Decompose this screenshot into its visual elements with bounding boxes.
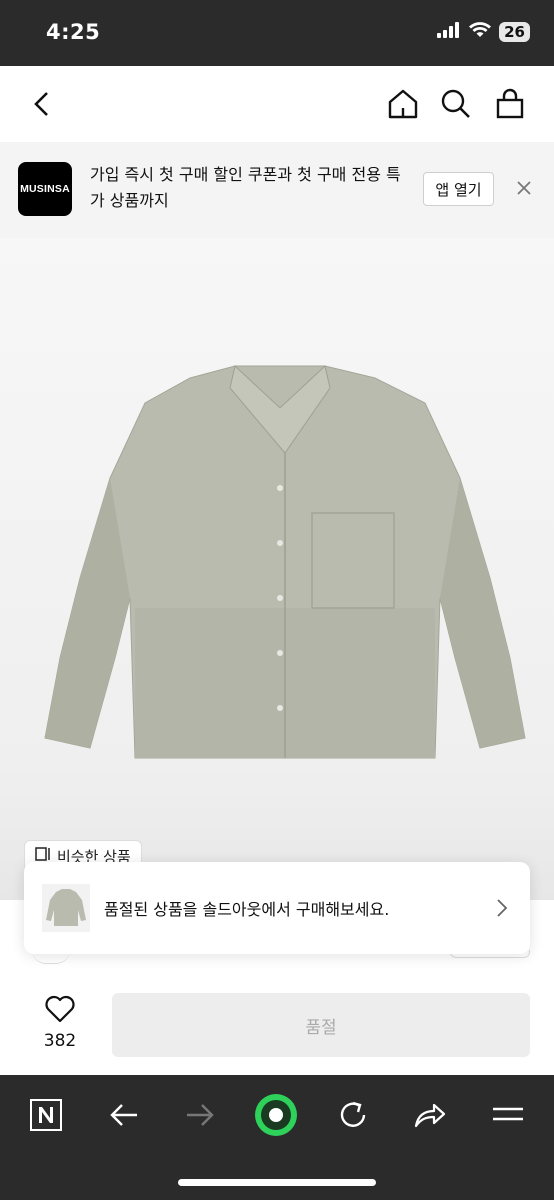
wifi-icon (469, 22, 492, 42)
like-count: 382 (43, 1031, 77, 1051)
open-app-button[interactable]: 앱 열기 (423, 172, 494, 206)
green-dot-icon[interactable] (254, 1093, 298, 1137)
browser-toolbar (0, 1075, 554, 1200)
promo-message: 가입 즉시 첫 구매 할인 쿠폰과 첫 구매 전용 특가 상품까지 (90, 165, 401, 210)
chevron-right-icon (492, 896, 512, 920)
product-image-area[interactable] (0, 238, 554, 900)
naver-icon[interactable] (24, 1093, 68, 1137)
home-indicator (178, 1179, 376, 1186)
share-icon[interactable] (408, 1093, 452, 1137)
soldout-button[interactable]: 품절 (112, 993, 530, 1057)
soldout-message: 품절된 상품을 솔드아웃에서 구매해보세요. (104, 900, 390, 919)
like-button[interactable]: 382 (34, 995, 86, 1051)
heart-icon (44, 995, 76, 1027)
forward-arrow-icon[interactable] (178, 1093, 222, 1137)
reload-icon[interactable] (331, 1093, 375, 1137)
battery-indicator: 26 (499, 22, 530, 42)
status-icons: 26 (437, 22, 530, 42)
nav-header (0, 66, 554, 142)
soldout-thumbnail (42, 884, 90, 932)
status-time: 4:25 (46, 20, 101, 44)
menu-icon[interactable] (486, 1093, 530, 1137)
musinsa-logo: MUSINSA (18, 162, 72, 216)
signal-icon (437, 22, 461, 42)
search-icon[interactable] (438, 86, 474, 122)
back-arrow-icon[interactable] (102, 1093, 146, 1137)
home-icon[interactable] (385, 86, 421, 122)
product-image (44, 365, 526, 759)
promo-banner: MUSINSA 가입 즉시 첫 구매 할인 쿠폰과 첫 구매 전용 특가 상품까… (0, 142, 554, 238)
bag-icon[interactable] (492, 86, 528, 122)
soldout-suggestion-card[interactable]: 품절된 상품을 솔드아웃에서 구매해보세요. (24, 862, 530, 954)
close-icon[interactable] (512, 176, 536, 200)
action-bar: 382 품절 (0, 975, 554, 1075)
back-icon[interactable] (24, 86, 60, 122)
status-bar: 4:25 26 (0, 0, 554, 66)
